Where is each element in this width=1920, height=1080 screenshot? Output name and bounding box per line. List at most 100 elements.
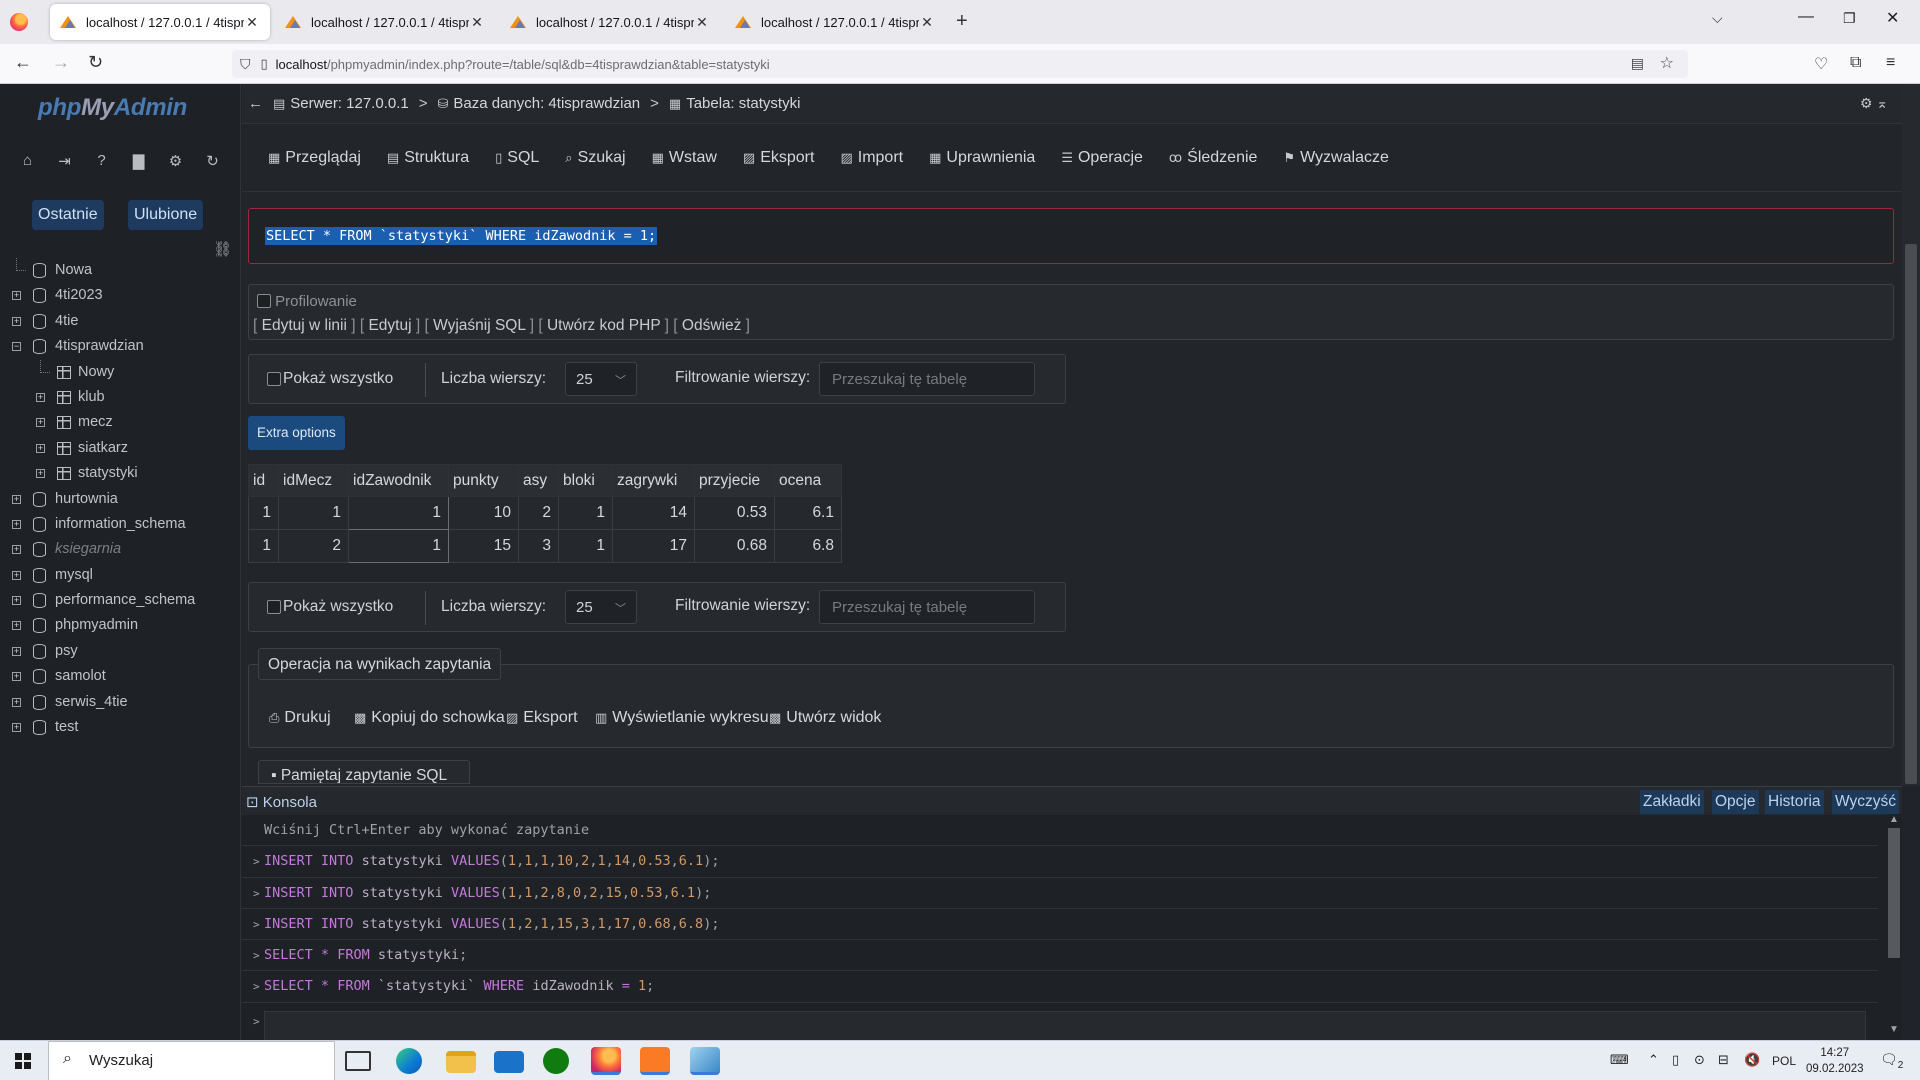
console-history-item[interactable]: > SELECT * FROM statystyki; xyxy=(242,940,1878,972)
tree-item-serwis-4tie[interactable]: + serwis_4tie xyxy=(0,690,240,715)
show-hidden-icons[interactable]: ⌃ xyxy=(1648,1052,1659,1068)
pocket-icon[interactable]: ♡ xyxy=(1814,54,1828,74)
close-tab-icon[interactable]: ✕ xyxy=(919,14,935,31)
bookmark-star-icon[interactable]: ☆ xyxy=(1660,53,1674,73)
back-arrow-icon[interactable]: ← xyxy=(248,95,263,112)
tab-tracking[interactable]: ꝏ Śledzenie xyxy=(1169,149,1258,167)
tree-item-4tie[interactable]: +4tie xyxy=(0,309,240,334)
mail-icon[interactable] xyxy=(494,1051,524,1073)
tree-item-test[interactable]: + test xyxy=(0,715,240,740)
new-tab-button[interactable]: + xyxy=(956,10,968,33)
table-cell[interactable]: 17 xyxy=(612,529,695,563)
table-cell[interactable]: 6.8 xyxy=(774,529,842,563)
console-toggle[interactable]: ⊡ Konsola xyxy=(246,793,317,811)
close-tab-icon[interactable]: ✕ xyxy=(244,14,260,31)
expand-icon[interactable]: + xyxy=(12,596,21,606)
table-row[interactable]: 1 2 1 15 3 1 17 0.68 6.8 xyxy=(248,529,842,563)
table-cell[interactable]: 10 xyxy=(448,496,519,530)
tab-privileges[interactable]: ▦ Uprawnienia xyxy=(929,149,1035,167)
column-header[interactable]: zagrywki xyxy=(612,464,695,497)
console-history-item[interactable]: > INSERT INTO statystyki VALUES(1,2,1,15,… xyxy=(242,909,1878,941)
create-php-code-link[interactable]: Utwórz kod PHP xyxy=(547,317,660,334)
documentation-icon[interactable]: ▇ xyxy=(129,152,148,170)
rows-count-select[interactable]: 25 ﹀ xyxy=(565,362,637,396)
favorites-button[interactable]: Ulubione xyxy=(128,200,204,230)
table-cell[interactable]: 3 xyxy=(518,529,559,563)
minimize-icon[interactable]: — xyxy=(1798,8,1814,26)
column-header[interactable]: punkty xyxy=(448,464,519,497)
tab-triggers[interactable]: ⚑ Wyzwalacze xyxy=(1283,149,1388,167)
sql-query-text[interactable]: SELECT * FROM `statystyki` WHERE idZawod… xyxy=(265,227,658,245)
clock[interactable]: 14:27 09.02.2023 xyxy=(1806,1045,1864,1077)
inline-edit-link[interactable]: Edytuj w linii xyxy=(262,317,347,334)
menu-icon[interactable]: ≡ xyxy=(1886,54,1895,72)
webcam-icon[interactable]: ⊙ xyxy=(1694,1052,1705,1068)
table-cell[interactable]: 0.68 xyxy=(694,529,775,563)
expand-icon[interactable]: + xyxy=(12,570,21,580)
column-header[interactable]: idMecz xyxy=(278,464,349,497)
expand-icon[interactable]: + xyxy=(12,621,21,631)
table-cell[interactable]: 15 xyxy=(448,529,519,563)
filter-rows-input[interactable]: Przeszukaj tę tabelę xyxy=(819,362,1035,396)
console-clear-button[interactable]: Wyczyść xyxy=(1832,790,1899,814)
phpmyadmin-logo[interactable]: phpMyAdmin xyxy=(38,94,187,122)
link-with-main-panel-icon[interactable]: ⛓ xyxy=(213,240,232,258)
task-view-icon[interactable] xyxy=(345,1051,371,1071)
tab-sql[interactable]: ▯ SQL xyxy=(495,149,539,167)
tab-operations[interactable]: ☰ Operacje xyxy=(1061,149,1143,167)
table-cell[interactable]: 1 xyxy=(348,529,449,563)
column-header[interactable]: idZawodnik xyxy=(348,464,449,497)
tree-item-siatkarz[interactable]: + siatkarz xyxy=(0,436,240,461)
expand-icon[interactable]: + xyxy=(12,291,21,301)
taskbar-search[interactable]: ⌕ Wyszukaj xyxy=(48,1041,335,1080)
table-cell[interactable]: 1 xyxy=(278,496,349,530)
tab-import[interactable]: ▨ Import xyxy=(840,149,903,167)
list-all-tabs-icon[interactable]: ⌵ xyxy=(1712,10,1723,27)
firefox-icon[interactable] xyxy=(10,13,28,31)
tree-item-mecz[interactable]: + mecz xyxy=(0,410,240,435)
browser-tab[interactable]: localhost / 127.0.0.1 / 4tisprawdzian✕ xyxy=(50,4,270,40)
display-chart-button[interactable]: ▥ Wyświetlanie wykresu xyxy=(595,709,769,727)
expand-icon[interactable]: + xyxy=(12,697,21,707)
breadcrumb-table[interactable]: Tabela: statystyki xyxy=(686,95,800,112)
edit-link[interactable]: Edytuj xyxy=(368,317,411,334)
reload-icon[interactable]: ↻ xyxy=(88,52,103,73)
scroll-up-icon[interactable]: ▲ xyxy=(1889,814,1899,825)
keyboard-icon[interactable]: ⌨ xyxy=(1610,1052,1629,1068)
shield-icon[interactable]: ⛉ xyxy=(240,56,251,73)
refresh-link[interactable]: Odśwież xyxy=(682,317,741,334)
extensions-icon[interactable]: ⧉ xyxy=(1850,54,1861,72)
tree-item-mysql[interactable]: + mysql xyxy=(0,563,240,588)
table-cell[interactable]: 1 xyxy=(248,529,279,563)
expand-icon[interactable]: + xyxy=(12,545,21,555)
browser-tab[interactable]: localhost / 127.0.0.1 / 4tisprawdzian✕ xyxy=(500,4,720,40)
help-icon[interactable]: ? xyxy=(92,152,111,170)
table-cell[interactable]: 0.53 xyxy=(694,496,775,530)
tree-item-samolot[interactable]: + samolot xyxy=(0,664,240,689)
tab-search[interactable]: ⌕ Szukaj xyxy=(565,149,625,167)
refresh-icon[interactable]: ↻ xyxy=(203,152,222,170)
file-explorer-icon[interactable] xyxy=(446,1051,476,1073)
console-history-button[interactable]: Historia xyxy=(1765,790,1824,814)
table-row[interactable]: 1 1 1 10 2 1 14 0.53 6.1 xyxy=(248,496,842,530)
table-cell[interactable]: 14 xyxy=(612,496,695,530)
table-cell[interactable]: 6.1 xyxy=(774,496,842,530)
page-settings-icon[interactable]: ⚙ ⌅ xyxy=(1860,95,1888,112)
tab-insert[interactable]: ▦ Wstaw xyxy=(652,149,717,167)
forward-icon[interactable]: → xyxy=(52,52,70,73)
back-icon[interactable]: ← xyxy=(14,52,32,73)
expand-icon[interactable]: + xyxy=(12,672,21,682)
console-history-item[interactable]: > SELECT * FROM `statystyki` WHERE idZawo… xyxy=(242,971,1878,1003)
notifications-icon[interactable]: 🗨2 xyxy=(1880,1051,1903,1071)
tree-item-nowa[interactable]: Nowa xyxy=(0,258,240,283)
column-header[interactable]: asy xyxy=(518,464,559,497)
settings-gear-icon[interactable]: ⚙ xyxy=(166,152,185,170)
logout-icon[interactable]: ⇥ xyxy=(55,152,74,170)
breadcrumb-database[interactable]: Baza danych: 4tisprawdzian xyxy=(453,95,640,112)
expand-icon[interactable]: + xyxy=(36,392,45,402)
table-cell[interactable]: 2 xyxy=(278,529,349,563)
console-history-item[interactable]: > INSERT INTO statystyki VALUES(1,1,2,8,0… xyxy=(242,878,1878,909)
show-all-checkbox[interactable] xyxy=(267,372,281,386)
home-icon[interactable]: ⌂ xyxy=(18,152,37,170)
tree-item-performance-schema[interactable]: + performance_schema xyxy=(0,588,240,613)
